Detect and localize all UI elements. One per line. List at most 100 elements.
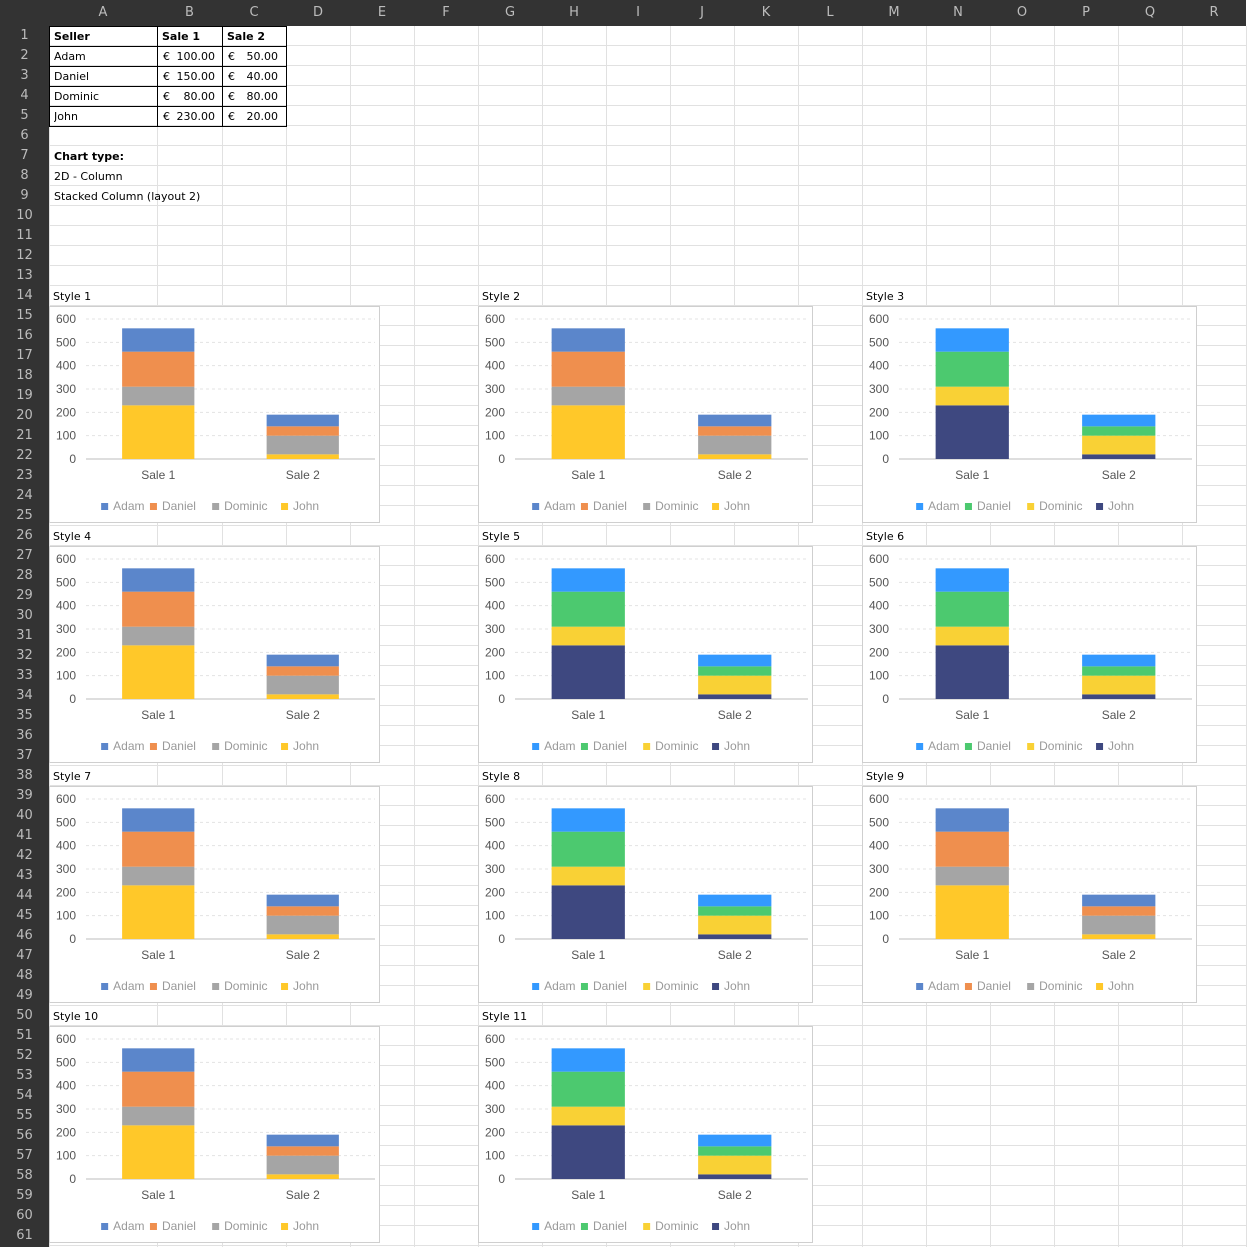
row-header[interactable]: 9: [0, 186, 49, 206]
bar-segment-daniel[interactable]: [266, 906, 339, 916]
legend-label[interactable]: John: [293, 979, 319, 993]
bar-segment-daniel[interactable]: [1082, 666, 1156, 676]
column-header-r[interactable]: R: [1182, 0, 1246, 26]
bar-segment-adam[interactable]: [266, 414, 339, 427]
bar-segment-adam[interactable]: [122, 808, 195, 832]
bar-segment-john[interactable]: [935, 405, 1009, 459]
bar-segment-john[interactable]: [935, 645, 1009, 699]
bar-segment-daniel[interactable]: [266, 426, 339, 436]
row-header[interactable]: 60: [0, 1206, 49, 1226]
bar-segment-adam[interactable]: [122, 568, 195, 592]
bar-segment-adam[interactable]: [551, 328, 625, 352]
bar-segment-adam[interactable]: [266, 654, 339, 667]
bar-segment-john[interactable]: [551, 885, 625, 939]
bar-segment-john[interactable]: [1082, 454, 1156, 459]
bar-segment-john[interactable]: [551, 405, 625, 459]
bar-segment-john[interactable]: [266, 934, 339, 939]
column-header-f[interactable]: F: [414, 0, 478, 26]
column-header-m[interactable]: M: [862, 0, 926, 26]
row-header[interactable]: 27: [0, 546, 49, 566]
legend-label[interactable]: Adam: [928, 499, 959, 513]
row-header[interactable]: 40: [0, 806, 49, 826]
bar-segment-daniel[interactable]: [122, 1071, 195, 1107]
sale-2-value[interactable]: 80.00: [236, 90, 279, 103]
bar-segment-dominic[interactable]: [1082, 675, 1156, 695]
bar-segment-dominic[interactable]: [266, 915, 339, 935]
bar-segment-john[interactable]: [698, 694, 772, 699]
bar-segment-adam[interactable]: [122, 1048, 195, 1072]
bar-segment-daniel[interactable]: [698, 426, 772, 436]
bar-segment-adam[interactable]: [1082, 654, 1156, 667]
sale-2-value[interactable]: 20.00: [236, 110, 279, 123]
bar-segment-john[interactable]: [551, 1125, 625, 1179]
legend-label[interactable]: Dominic: [1039, 979, 1082, 993]
bar-segment-john[interactable]: [698, 454, 772, 459]
bar-segment-daniel[interactable]: [551, 831, 625, 867]
bar-segment-dominic[interactable]: [698, 915, 772, 935]
row-header[interactable]: 37: [0, 746, 49, 766]
bar-segment-daniel[interactable]: [935, 591, 1009, 627]
row-header[interactable]: 48: [0, 966, 49, 986]
bar-segment-dominic[interactable]: [698, 435, 772, 455]
bar-segment-dominic[interactable]: [1082, 435, 1156, 455]
legend-label[interactable]: Dominic: [655, 499, 698, 513]
bar-segment-adam[interactable]: [266, 894, 339, 907]
column-header-e[interactable]: E: [350, 0, 414, 26]
row-header[interactable]: 38: [0, 766, 49, 786]
stacked-column-chart[interactable]: 0 100 200 300 400 500 600 Sale 1 Sale 2 Adam Danie…: [478, 546, 813, 763]
column-header-b[interactable]: B: [157, 0, 222, 26]
column-header-a[interactable]: A: [49, 0, 157, 26]
row-header[interactable]: 58: [0, 1166, 49, 1186]
row-header[interactable]: 25: [0, 506, 49, 526]
stacked-column-chart[interactable]: 0 100 200 300 400 500 600 Sale 1 Sale 2 Adam Danie…: [478, 1026, 813, 1243]
chart-layout-value[interactable]: Stacked Column (layout 2): [54, 190, 200, 203]
legend-label[interactable]: Daniel: [977, 499, 1011, 513]
row-header[interactable]: 36: [0, 726, 49, 746]
bar-segment-dominic[interactable]: [122, 386, 195, 406]
bar-segment-john[interactable]: [1082, 694, 1156, 699]
bar-segment-dominic[interactable]: [935, 386, 1009, 406]
row-header[interactable]: 52: [0, 1046, 49, 1066]
row-header[interactable]: 6: [0, 126, 49, 146]
chart-type-value[interactable]: 2D - Column: [54, 170, 123, 183]
legend-label[interactable]: Daniel: [162, 1219, 196, 1233]
row-header[interactable]: 2: [0, 46, 49, 66]
bar-segment-dominic[interactable]: [122, 626, 195, 646]
seller-name[interactable]: John: [54, 110, 78, 123]
row-header[interactable]: 34: [0, 686, 49, 706]
legend-label[interactable]: Adam: [928, 739, 959, 753]
bar-segment-dominic[interactable]: [935, 626, 1009, 646]
legend-label[interactable]: Daniel: [593, 1219, 627, 1233]
bar-segment-adam[interactable]: [935, 568, 1009, 592]
row-header[interactable]: 18: [0, 366, 49, 386]
bar-segment-adam[interactable]: [698, 1134, 772, 1147]
chart-type-label[interactable]: Chart type:: [54, 150, 124, 163]
row-header[interactable]: 14: [0, 286, 49, 306]
bar-segment-john[interactable]: [935, 885, 1009, 939]
bar-segment-john[interactable]: [266, 1174, 339, 1179]
legend-label[interactable]: Daniel: [162, 499, 196, 513]
row-header[interactable]: 30: [0, 606, 49, 626]
legend-label[interactable]: Dominic: [1039, 499, 1082, 513]
sale-2-value[interactable]: 40.00: [236, 70, 279, 83]
row-header[interactable]: 21: [0, 426, 49, 446]
bar-segment-daniel[interactable]: [551, 591, 625, 627]
bar-segment-daniel[interactable]: [122, 831, 195, 867]
row-header[interactable]: 26: [0, 526, 49, 546]
column-header-k[interactable]: K: [734, 0, 798, 26]
row-header[interactable]: 31: [0, 626, 49, 646]
seller-name[interactable]: Daniel: [54, 70, 89, 83]
bar-segment-dominic[interactable]: [266, 435, 339, 455]
row-header[interactable]: 17: [0, 346, 49, 366]
bar-segment-daniel[interactable]: [1082, 906, 1156, 916]
legend-label[interactable]: Daniel: [593, 739, 627, 753]
legend-label[interactable]: Dominic: [224, 499, 267, 513]
bar-segment-adam[interactable]: [935, 328, 1009, 352]
stacked-column-chart[interactable]: 0 100 200 300 400 500 600 Sale 1 Sale 2 Adam Danie…: [49, 306, 380, 523]
legend-label[interactable]: Dominic: [655, 739, 698, 753]
stacked-column-chart[interactable]: 0 100 200 300 400 500 600 Sale 1 Sale 2 Adam Danie…: [49, 546, 380, 763]
column-header-q[interactable]: Q: [1118, 0, 1182, 26]
row-header[interactable]: 51: [0, 1026, 49, 1046]
row-header[interactable]: 46: [0, 926, 49, 946]
legend-label[interactable]: Dominic: [224, 1219, 267, 1233]
